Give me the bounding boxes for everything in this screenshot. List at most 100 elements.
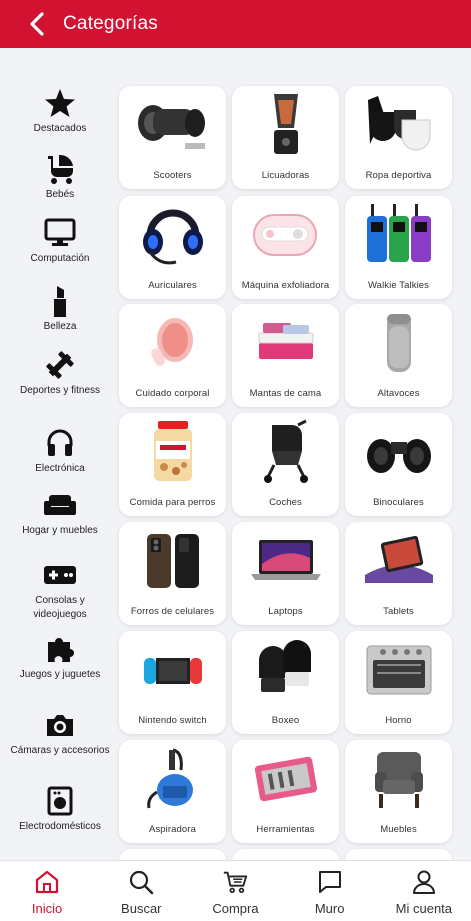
category-card-muebles[interactable]: Muebles	[345, 740, 452, 843]
category-card-herramientas[interactable]: Herramientas	[232, 740, 339, 843]
category-card-nintendo-switch[interactable]: Nintendo switch	[119, 631, 226, 734]
sidebar-item-more[interactable]	[4, 848, 116, 860]
card-label: Forros de celulares	[130, 606, 215, 617]
card-label: Horno	[385, 715, 412, 726]
card-label: Máquina exfoliadora	[241, 280, 330, 291]
category-card-partial[interactable]	[232, 849, 339, 860]
bottom-navigation: Inicio Buscar Compra Muro Mi cuenta	[0, 860, 471, 921]
card-label: Comida para perros	[129, 497, 216, 508]
category-card-auriculares[interactable]: Auriculares	[119, 196, 226, 299]
nav-label: Compra	[212, 901, 259, 916]
toaster-oven-image	[357, 637, 441, 703]
nav-muro[interactable]: Muro	[283, 861, 377, 921]
sidebar-item-label: Deportes y fitness	[19, 385, 101, 396]
category-card-cuidado-corporal[interactable]: Cuidado corporal	[119, 304, 226, 407]
sidebar-item-label: Hogar y muebles	[22, 525, 98, 536]
page-title: Categorías	[63, 13, 158, 34]
exfoliator-image	[244, 202, 328, 268]
card-label: Binoculares	[373, 497, 424, 508]
card-label: Ropa deportiva	[365, 170, 432, 181]
cart-icon	[222, 869, 248, 895]
sidebar-item-destacados[interactable]: Destacados	[4, 86, 116, 136]
toolkit-image	[244, 746, 328, 812]
category-card-horno[interactable]: Horno	[345, 631, 452, 734]
category-card-comida-para-perros[interactable]: Comida para perros	[119, 413, 226, 516]
category-card-partial[interactable]	[119, 849, 226, 860]
card-label: Licuadoras	[261, 170, 310, 181]
nav-buscar[interactable]: Buscar	[94, 861, 188, 921]
sidebar-item-label: Consolas y videojuegos	[33, 595, 87, 620]
search-icon	[128, 869, 154, 895]
category-card-walkie-talkies[interactable]: Walkie Talkies	[345, 196, 452, 299]
phone-case-image	[131, 528, 215, 594]
sidebar-item-label: Destacados	[33, 123, 87, 134]
card-label: Boxeo	[271, 715, 300, 726]
sidebar-item-bebes[interactable]: Bebés	[4, 152, 116, 202]
card-label: Walkie Talkies	[367, 280, 430, 291]
sidebar-item-deportes[interactable]: Deportes y fitness	[4, 348, 116, 398]
card-label: Coches	[269, 497, 302, 508]
boxing-gloves-image	[244, 637, 328, 703]
category-card-partial[interactable]	[345, 849, 452, 860]
sidebar-item-electrodomesticos[interactable]: Electrodomésticos	[4, 784, 116, 834]
partial-icon	[43, 848, 77, 860]
category-card-boxeo[interactable]: Boxeo	[232, 631, 339, 734]
category-card-licuadoras[interactable]: Licuadoras	[232, 86, 339, 189]
vacuum-image	[131, 746, 215, 812]
card-label: Laptops	[268, 606, 303, 617]
laptop-image	[244, 528, 328, 594]
category-card-coches[interactable]: Coches	[232, 413, 339, 516]
category-card-binoculares[interactable]: Binoculares	[345, 413, 452, 516]
category-card-scooters[interactable]: Scooters	[119, 86, 226, 189]
category-card-mantas-de-cama[interactable]: Mantas de cama	[232, 304, 339, 407]
sidebar-item-juegos[interactable]: Juegos y juguetes	[4, 632, 116, 682]
nav-label: Inicio	[31, 901, 63, 916]
puzzle-icon	[43, 632, 77, 666]
dog-treats-image	[131, 419, 215, 485]
sidebar-item-label: Electrodomésticos	[19, 821, 101, 832]
sidebar-item-computacion[interactable]: Computación	[4, 216, 116, 266]
home-icon	[34, 869, 60, 895]
sidebar-item-camaras[interactable]: Cámaras y accesorios	[4, 708, 116, 758]
sidebar-item-hogar[interactable]: Hogar y muebles	[4, 488, 116, 538]
sports-bra-image	[357, 92, 441, 158]
back-button[interactable]	[18, 0, 56, 48]
card-label: Mantas de cama	[249, 388, 322, 399]
hoverboard-image	[131, 92, 215, 158]
body-brush-image	[131, 310, 215, 376]
sidebar-item-label: Belleza	[43, 321, 77, 332]
category-card-tablets[interactable]: Tablets	[345, 522, 452, 625]
card-label: Cuidado corporal	[135, 388, 210, 399]
category-card-altavoces[interactable]: Altavoces	[345, 304, 452, 407]
sidebar-item-electronica[interactable]: Electrónica	[4, 426, 116, 476]
camera-icon	[43, 708, 77, 742]
category-card-laptops[interactable]: Laptops	[232, 522, 339, 625]
blender-image	[244, 92, 328, 158]
washing-machine-icon	[43, 784, 77, 818]
dumbbell-icon	[43, 348, 77, 382]
sofa-icon	[43, 488, 77, 522]
nav-inicio[interactable]: Inicio	[0, 861, 94, 921]
nav-label: Buscar	[121, 901, 162, 916]
sidebar-item-label: Bebés	[45, 189, 75, 200]
card-label: Herramientas	[256, 824, 315, 835]
category-card-aspiradora[interactable]: Aspiradora	[119, 740, 226, 843]
nav-mi-cuenta[interactable]: Mi cuenta	[377, 861, 471, 921]
tablet-stand-image	[357, 528, 441, 594]
nintendo-switch-image	[131, 637, 215, 703]
nav-compra[interactable]: Compra	[188, 861, 282, 921]
nav-label: Mi cuenta	[395, 901, 453, 916]
sidebar-item-belleza[interactable]: Belleza	[4, 284, 116, 334]
sidebar-item-consolas[interactable]: Consolas y videojuegos	[4, 558, 116, 622]
headphones-icon	[43, 426, 77, 460]
category-card-maquina-exfoliadora[interactable]: Máquina exfoliadora	[232, 196, 339, 299]
stroller-icon	[43, 152, 77, 186]
category-card-forros-de-celulares[interactable]: Forros de celulares	[119, 522, 226, 625]
card-label: Muebles	[380, 824, 417, 835]
top-app-bar: Categorías	[0, 0, 471, 48]
card-label: Tablets	[383, 606, 414, 617]
category-card-ropa-deportiva[interactable]: Ropa deportiva	[345, 86, 452, 189]
category-sidebar[interactable]: Destacados Bebés Computación Belleza Dep…	[0, 48, 112, 860]
bed-sheets-image	[244, 310, 328, 376]
monitor-icon	[43, 216, 77, 250]
